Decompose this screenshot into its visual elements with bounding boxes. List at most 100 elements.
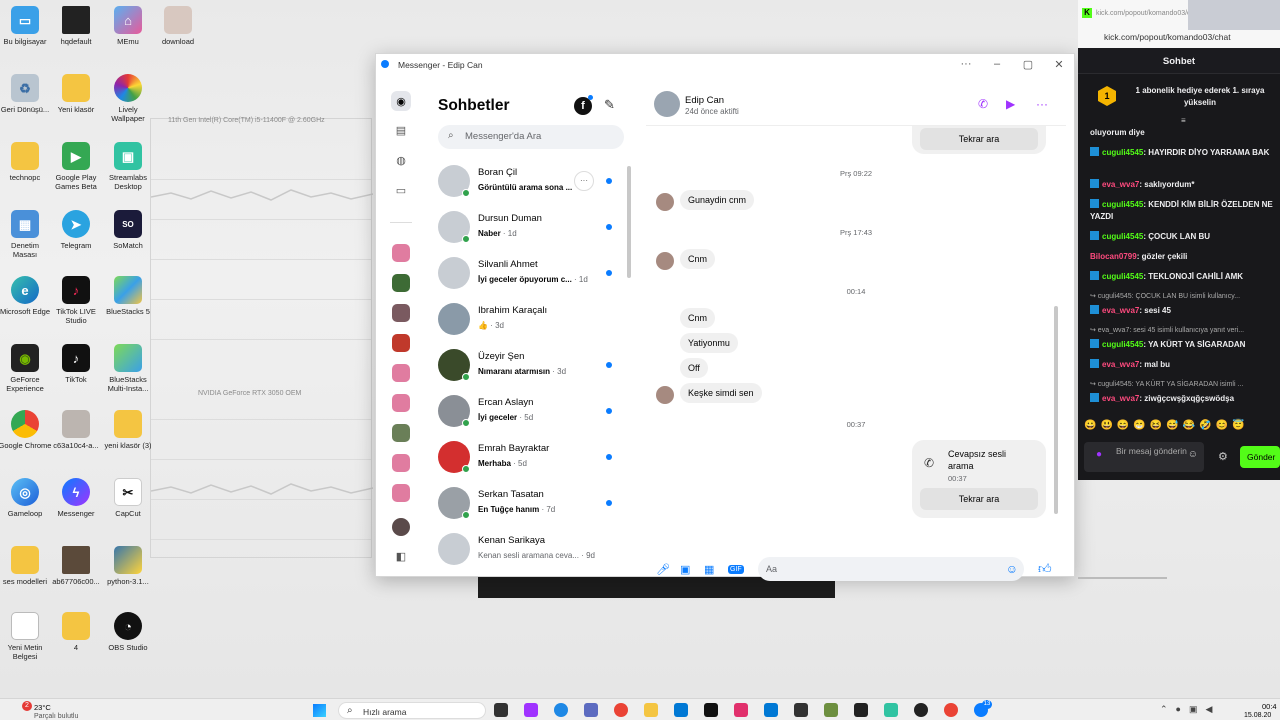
outlook-icon[interactable] [764,703,778,717]
chrome-icon[interactable] [614,703,628,717]
minecraft-icon[interactable] [824,703,838,717]
send-button[interactable]: Gönder [1240,446,1280,468]
community-avatar[interactable] [392,304,410,322]
conversation-options-icon[interactable]: ··· [574,171,594,191]
desktop-icon-tiktok[interactable]: ♪ TikTok [49,344,103,384]
store-icon[interactable] [674,703,688,717]
desktop-icon-yeni-klasor-3[interactable]: yeni klasör (3) [101,410,155,450]
start-icon[interactable] [313,704,326,717]
instagram-icon[interactable] [734,703,748,717]
conversation-item[interactable]: Ercan Aslayn İyi geceler · 5d [428,388,624,434]
community-avatar[interactable] [392,274,410,292]
desktop-icon-geforce[interactable]: ◉ GeForce Experience [0,344,52,393]
desktop-icon-bluestacks-multi[interactable]: BlueStacks Multi-Insta... [101,344,155,393]
desktop-icon-telegram[interactable]: ➤ Telegram [49,210,103,250]
sidebar-toggle-icon[interactable]: ◧ [391,546,411,566]
terminal-icon[interactable] [854,703,868,717]
pin-icon[interactable]: ≡ [1181,116,1186,125]
chat-message[interactable]: eva_wva7: saklıyordum* [1090,179,1278,191]
copilot-icon[interactable] [524,703,538,717]
conversation-item[interactable]: Silvanli Ahmet İyi geceler öpuyorum c... … [428,250,624,296]
chat-message[interactable]: cuguli4545: TEKLONOJİ CAHİLİ AMK [1090,271,1278,283]
chat-username[interactable]: cuguli4545 [1102,148,1143,157]
chat-message[interactable]: cuguli4545: YA KÜRT YA SİGARADAN [1090,339,1278,351]
profile-avatar[interactable] [392,518,410,536]
desktop-icon-play-games[interactable]: ▶ Google Play Games Beta [49,142,103,191]
conversation-item[interactable]: Boran Çil Görüntülü arama sona ... ··· [428,158,624,204]
minimize-button[interactable]: – [987,58,1007,70]
community-avatar[interactable] [392,454,410,472]
desktop-icon-obs[interactable]: ◔ OBS Studio [101,612,155,652]
image-icon[interactable]: ▣ [680,563,690,576]
desktop-icon-new-folder[interactable]: Yeni klasör [49,74,103,114]
conversation-item[interactable]: Ibrahim Karaçalı 👍 · 3d [428,296,624,342]
desktop-icon-ses-modelleri[interactable]: ses modelleri [0,546,52,586]
chat-username[interactable]: cuguli4545 [1102,200,1143,209]
streamlabs-icon[interactable] [884,703,898,717]
chat-message[interactable]: ↪ cuguli4545: YA KÜRT YA SİGARADAN isiml… [1090,379,1278,391]
desktop-icon-recycle-bin[interactable]: ♻ Geri Dönüşü... [0,74,52,114]
chat-message[interactable]: cuguli4545: ÇOCUK LAN BU [1090,231,1278,243]
conversation-item[interactable]: Üzeyir Şen Nımaranı atarmısın · 3d [428,342,624,388]
desktop-icon-edge[interactable]: e Microsoft Edge [0,276,52,316]
desktop-icon-this-pc[interactable]: ▭ Bu bilgisayar [0,6,52,46]
chat-message[interactable]: ↪ cuguli4545: ÇOCUK LAN BU isimli kullan… [1090,291,1278,303]
close-button[interactable]: ✕ [1049,58,1069,71]
desktop-icon-bluestacks5[interactable]: BlueStacks 5 [101,276,155,316]
community-avatar[interactable] [392,424,410,442]
taskbar-search[interactable]: ⌕ Hızlı arama [338,702,486,719]
chat-username[interactable]: Bilocan0799 [1090,252,1137,261]
desktop-icon-tiktok-live[interactable]: ♪ TikTok LIVE Studio [49,276,103,325]
requests-icon[interactable]: ◍ [391,150,411,170]
compose-icon[interactable]: ✎ [604,97,615,113]
retry-call-button[interactable]: Tekrar ara [920,128,1038,150]
chat-message[interactable]: oluyorum diye [1090,127,1278,139]
like-icon[interactable]: 👍︎ [1038,561,1052,577]
capcut-icon[interactable] [794,703,808,717]
gif-icon[interactable]: GIF [728,565,744,574]
gift-prompt[interactable]: 1 abonelik hediye ederek 1. sıraya yükse… [1126,85,1274,109]
edge-icon[interactable] [554,703,568,717]
chat-message[interactable]: cuguli4545: HAYIRDIR DİYO YARRAMA BAK [1090,147,1278,159]
marketplace-icon[interactable]: ▤ [391,120,411,140]
chat-username[interactable]: cuguli4545 [1102,232,1143,241]
chat-scrollbar[interactable] [1054,306,1058,514]
community-avatar[interactable] [392,364,410,382]
conversation-item[interactable]: Serkan Tasatan En Tuğçe hanım · 7d [428,480,624,526]
list-scrollbar[interactable] [627,166,631,278]
clock-time[interactable]: 00:4 [1262,702,1277,711]
desktop-icon-capcut[interactable]: ✂ CapCut [101,478,155,518]
search-input[interactable]: ⌕ Messenger'da Ara [438,125,624,149]
community-avatar[interactable] [392,394,410,412]
chat-message[interactable]: Bilocan0799: gözler çekili [1090,251,1278,263]
desktop-icon-control-panel[interactable]: ▦ Denetim Masası [0,210,52,259]
maximize-button[interactable]: ▢ [1018,58,1038,71]
chat-message[interactable]: eva_wva7: sesi 45 [1090,305,1278,317]
desktop-icon-text-file[interactable]: Yeni Metin Belgesi [0,612,52,661]
chat-username[interactable]: eva_wva7 [1102,306,1139,315]
desktop-icon-hqdefault[interactable]: hqdefault [49,6,103,46]
message-input[interactable]: Aa ☺ [758,557,1024,581]
chrome-icon[interactable] [944,703,958,717]
sticker-icon[interactable]: ▦ [704,563,714,576]
emoji-icon[interactable]: ☺ [1006,562,1018,576]
tray-icons[interactable]: ⌃●▣◀ [1160,704,1220,715]
chat-username[interactable]: cuguli4545 [1102,272,1143,281]
microphone-icon[interactable]: 🎤︎ [656,563,670,576]
chat-message[interactable]: eva_wva7: mal bu [1090,359,1278,371]
temperature[interactable]: 23°C [34,703,51,712]
chat-username[interactable]: eva_wva7 [1102,180,1139,189]
desktop-icon-python[interactable]: python-3.1... [101,546,155,586]
desktop-icon-somatch[interactable]: SO SoMatch [101,210,155,250]
chat-username[interactable]: eva_wva7 [1102,360,1139,369]
emoji-icon[interactable]: ☺ [1188,450,1198,460]
chat-message[interactable]: cuguli4545: KENDDİ KİM BİLİR ÖZELDEN NE … [1090,199,1278,223]
tiktok-icon[interactable] [704,703,718,717]
more-icon[interactable]: ··· [1036,97,1048,111]
more-options-icon[interactable]: ··· [956,58,976,70]
archive-icon[interactable]: ▭ [391,180,411,200]
desktop-icon-lively[interactable]: Lively Wallpaper [101,74,155,123]
desktop-icon-photo[interactable]: ab67706c00... [49,546,103,586]
chats-icon[interactable]: ◉ [391,91,411,111]
emote-bar[interactable]: 😀😃😄😁😆😅😂🤣😊😇 [1084,420,1280,434]
